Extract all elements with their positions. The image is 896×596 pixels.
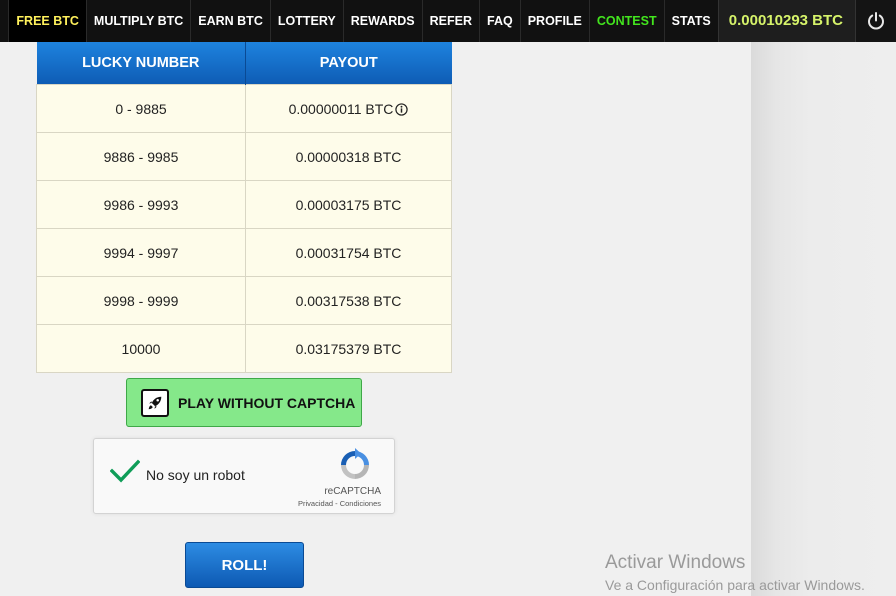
recaptcha-label: No soy un robot bbox=[146, 467, 245, 483]
lucky-range-cell: 9986 - 9993 bbox=[36, 180, 246, 229]
header-lucky-number: LUCKY NUMBER bbox=[36, 42, 246, 85]
recaptcha-link-separator: - bbox=[333, 499, 340, 508]
info-icon[interactable] bbox=[395, 103, 409, 116]
power-icon bbox=[868, 12, 884, 30]
recaptcha-widget: No soy un robot reCAPTCHA Privacidad - C… bbox=[93, 438, 395, 514]
table-row: 9994 - 9997 0.00031754 BTC bbox=[36, 228, 452, 277]
recaptcha-privacy-link[interactable]: Privacidad bbox=[298, 499, 333, 508]
windows-activation-title: Activar Windows bbox=[605, 552, 746, 573]
table-row: 9986 - 9993 0.00003175 BTC bbox=[36, 180, 452, 229]
payout-cell: 0.00003175 BTC bbox=[245, 180, 452, 229]
payout-cell: 0.00031754 BTC bbox=[245, 228, 452, 277]
nav-faq[interactable]: FAQ bbox=[479, 0, 520, 42]
payout-cell: 0.03175379 BTC bbox=[245, 324, 452, 373]
payout-table: LUCKY NUMBER PAYOUT 0 - 9885 0.00000011 … bbox=[36, 42, 452, 373]
table-header-row: LUCKY NUMBER PAYOUT bbox=[36, 42, 452, 85]
payout-cell: 0.00000318 BTC bbox=[245, 132, 452, 181]
nav-contest[interactable]: CONTEST bbox=[588, 0, 664, 42]
nav-profile[interactable]: PROFILE bbox=[519, 0, 589, 42]
table-row: 9998 - 9999 0.00317538 BTC bbox=[36, 276, 452, 325]
lucky-range-cell: 0 - 9885 bbox=[36, 84, 246, 133]
header-payout: PAYOUT bbox=[245, 42, 452, 85]
page-background-right bbox=[751, 0, 896, 596]
rocket-icon bbox=[148, 396, 162, 409]
recaptcha-links: Privacidad - Condiciones bbox=[298, 499, 381, 508]
nav-lottery[interactable]: LOTTERY bbox=[269, 0, 343, 42]
nav-free-btc[interactable]: FREE BTC bbox=[8, 0, 86, 42]
recaptcha-terms-link[interactable]: Condiciones bbox=[340, 499, 381, 508]
table-row: 0 - 9885 0.00000011 BTC bbox=[36, 84, 452, 133]
recaptcha-brand: reCAPTCHA bbox=[324, 486, 381, 497]
recaptcha-logo-icon bbox=[341, 448, 369, 479]
payout-cell: 0.00317538 BTC bbox=[245, 276, 452, 325]
play-without-captcha-button[interactable]: PLAY WITHOUT CAPTCHA bbox=[126, 378, 362, 427]
lucky-range-cell: 9886 - 9985 bbox=[36, 132, 246, 181]
table-row: 9886 - 9985 0.00000318 BTC bbox=[36, 132, 452, 181]
lucky-range-cell: 9998 - 9999 bbox=[36, 276, 246, 325]
nav-refer[interactable]: REFER bbox=[421, 0, 479, 42]
nav-multiply-btc[interactable]: MULTIPLY BTC bbox=[85, 0, 190, 42]
nav-earn-btc[interactable]: EARN BTC bbox=[190, 0, 270, 42]
nav-stats[interactable]: STATS bbox=[663, 0, 718, 42]
windows-activation-subtitle: Ve a Configuración para activar Windows. bbox=[605, 577, 865, 593]
payout-cell: 0.00000011 BTC bbox=[245, 84, 452, 133]
top-navbar: FREE BTC MULTIPLY BTC EARN BTC LOTTERY R… bbox=[0, 0, 896, 42]
lucky-range-cell: 10000 bbox=[36, 324, 246, 373]
logout-button[interactable] bbox=[855, 0, 896, 42]
checkmark-icon[interactable] bbox=[110, 459, 140, 483]
balance-display: 0.00010293 BTC bbox=[717, 0, 855, 42]
nav-rewards[interactable]: REWARDS bbox=[342, 0, 422, 42]
table-row: 10000 0.03175379 BTC bbox=[36, 324, 452, 373]
roll-button[interactable]: ROLL! bbox=[185, 542, 304, 588]
play-without-captcha-label: PLAY WITHOUT CAPTCHA bbox=[178, 394, 356, 411]
rocket-icon-box bbox=[141, 388, 169, 417]
payout-value: 0.00000011 BTC bbox=[288, 100, 394, 117]
lucky-range-cell: 9994 - 9997 bbox=[36, 228, 246, 277]
